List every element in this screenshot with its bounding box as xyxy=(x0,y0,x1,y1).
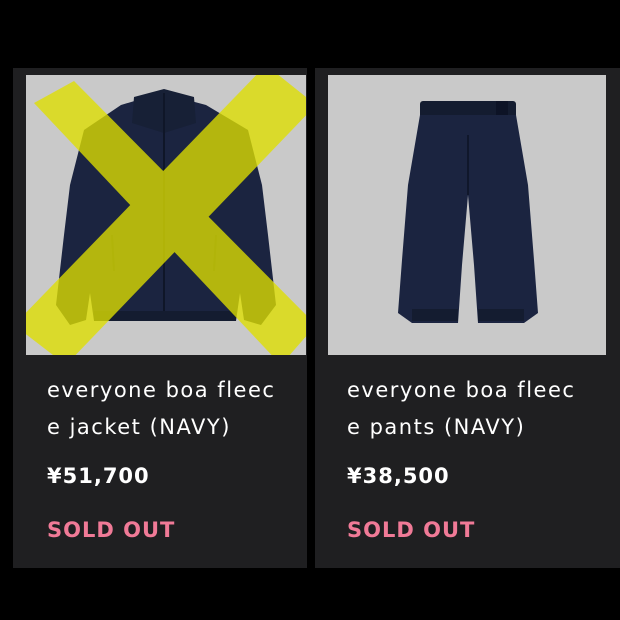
product-price: ¥51,700 xyxy=(47,464,150,488)
product-card-jacket[interactable]: everyone boa fleec e jacket (NAVY) ¥51,7… xyxy=(13,68,307,568)
product-title[interactable]: everyone boa fleec e jacket (NAVY) xyxy=(47,372,297,446)
product-title-line2: e jacket (NAVY) xyxy=(47,415,231,439)
product-price: ¥38,500 xyxy=(347,464,450,488)
product-title-line1: everyone boa fleec xyxy=(47,378,276,402)
fleece-jacket-image xyxy=(26,75,306,355)
product-card-pants[interactable]: everyone boa fleec e pants (NAVY) ¥38,50… xyxy=(315,68,620,568)
product-title-line2: e pants (NAVY) xyxy=(347,415,526,439)
bottom-bar xyxy=(0,568,620,620)
sold-out-label: SOLD OUT xyxy=(347,518,476,542)
top-bar xyxy=(0,0,620,68)
product-image-pants[interactable] xyxy=(328,75,606,355)
product-title[interactable]: everyone boa fleec e pants (NAVY) xyxy=(347,372,597,446)
product-title-line1: everyone boa fleec xyxy=(347,378,576,402)
pants-buckle xyxy=(496,101,508,115)
fleece-pants-image xyxy=(328,75,606,355)
product-grid: everyone boa fleec e jacket (NAVY) ¥51,7… xyxy=(0,68,620,568)
product-image-jacket[interactable] xyxy=(26,75,306,355)
pants-cuff-left xyxy=(412,309,458,321)
sold-out-label: SOLD OUT xyxy=(47,518,176,542)
pants-cuff-right xyxy=(478,309,524,321)
